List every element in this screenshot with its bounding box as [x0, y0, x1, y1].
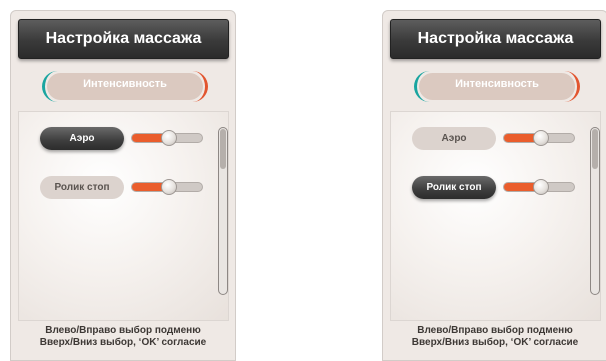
slider-thumb[interactable] — [533, 179, 550, 195]
setting-item-roller-feet-button[interactable]: Ролик стоп — [40, 176, 124, 199]
settings-list: Аэро Ролик стоп — [18, 111, 229, 321]
settings-list: Аэро Ролик стоп — [390, 111, 601, 321]
tab-intensity-label: Интенсивность — [47, 73, 203, 100]
scrollbar-thumb[interactable] — [220, 129, 226, 169]
slider-thumb[interactable] — [161, 179, 178, 195]
slider-thumb[interactable] — [533, 130, 550, 146]
list-scrollbar[interactable] — [590, 127, 600, 295]
roller-feet-intensity-slider[interactable] — [503, 179, 575, 195]
help-line-navigation: Влево/Вправо выбор подменю — [417, 325, 573, 336]
scrollbar-thumb[interactable] — [592, 129, 598, 169]
help-line-confirm: Вверх/Вниз выбор, ‘OK’ согласие — [411, 337, 579, 348]
setting-item-roller-feet-button[interactable]: Ролик стоп — [412, 176, 496, 199]
help-text: Влево/Вправо выбор подменю Вверх/Вниз вы… — [383, 325, 606, 349]
tab-intensity[interactable]: Интенсивность — [42, 71, 208, 102]
aero-intensity-slider[interactable] — [503, 130, 575, 146]
list-scrollbar[interactable] — [218, 127, 228, 295]
panel-title: Настройка массажа — [18, 19, 229, 59]
massage-settings-panel-left: Настройка массажа Интенсивность Аэро Рол… — [10, 10, 236, 361]
help-line-navigation: Влево/Вправо выбор подменю — [45, 325, 201, 336]
setting-item-aero-button[interactable]: Аэро — [40, 127, 124, 150]
roller-feet-intensity-slider[interactable] — [131, 179, 203, 195]
setting-item-aero-button[interactable]: Аэро — [412, 127, 496, 150]
tab-intensity[interactable]: Интенсивность — [414, 71, 580, 102]
help-text: Влево/Вправо выбор подменю Вверх/Вниз вы… — [11, 325, 235, 349]
panel-title: Настройка массажа — [390, 19, 601, 59]
help-line-confirm: Вверх/Вниз выбор, ‘OK’ согласие — [39, 337, 207, 348]
tab-intensity-label: Интенсивность — [419, 73, 575, 100]
slider-thumb[interactable] — [161, 130, 178, 146]
massage-settings-panel-right: Настройка массажа Интенсивность Аэро Рол… — [382, 10, 606, 361]
aero-intensity-slider[interactable] — [131, 130, 203, 146]
